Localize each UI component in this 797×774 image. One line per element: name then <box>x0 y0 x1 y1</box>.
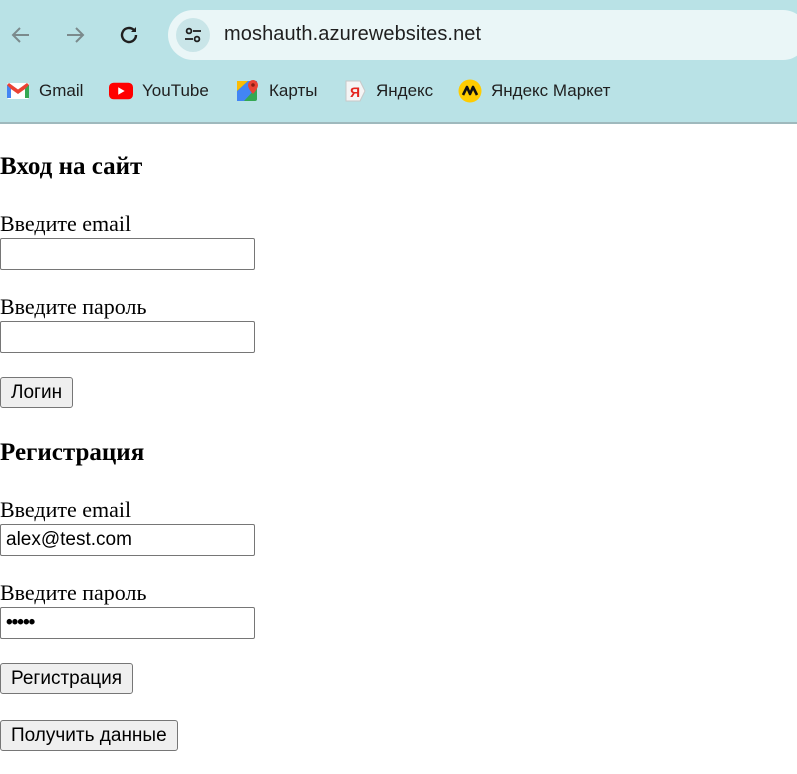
maps-icon <box>236 79 260 103</box>
get-data-button[interactable]: Получить данные <box>0 720 178 751</box>
reload-button[interactable] <box>110 16 148 54</box>
bookmark-label: Карты <box>269 81 318 100</box>
bookmark-label: Яндекс <box>376 81 434 100</box>
bookmark-youtube[interactable]: YouTube <box>109 72 209 110</box>
browser-chrome: moshauth.azurewebsites.net Gmail YouTube… <box>0 0 797 124</box>
reload-icon <box>120 26 138 44</box>
register-password-input[interactable]: ••••• <box>0 607 255 639</box>
yandex-market-icon <box>458 79 482 103</box>
bookmark-label: Яндекс Маркет <box>491 81 611 100</box>
forward-arrow-icon <box>67 27 85 43</box>
bookmark-yandex[interactable]: Я Яндекс <box>343 72 433 110</box>
login-password-label: Введите пароль <box>0 294 147 319</box>
bookmark-yandex-market[interactable]: Яндекс Маркет <box>458 72 610 110</box>
yandex-icon: Я <box>343 79 367 103</box>
register-email-label: Введите email <box>0 497 132 522</box>
page-content: Вход на сайт Введите email Введите парол… <box>0 124 797 774</box>
site-info-button[interactable] <box>176 18 210 52</box>
login-heading: Вход на сайт <box>0 153 143 180</box>
bookmarks-bar: Gmail YouTube Карты Я Яндекс Яндекс Марк… <box>0 72 797 110</box>
address-bar[interactable]: moshauth.azurewebsites.net <box>168 10 797 60</box>
url-text[interactable]: moshauth.azurewebsites.net <box>224 23 481 46</box>
bookmark-gmail[interactable]: Gmail <box>6 72 83 110</box>
back-button[interactable] <box>2 16 40 54</box>
back-arrow-icon <box>11 27 29 43</box>
login-button[interactable]: Логин <box>0 377 74 408</box>
youtube-icon <box>109 79 133 103</box>
register-heading: Регистрация <box>0 439 145 466</box>
bookmark-label: Gmail <box>39 81 84 100</box>
login-email-label: Введите email <box>0 211 132 236</box>
site-info-icon <box>185 27 201 43</box>
gmail-icon <box>6 79 30 103</box>
login-password-input[interactable] <box>0 321 255 353</box>
login-email-input[interactable] <box>0 238 255 270</box>
svg-text:Я: Я <box>350 84 360 100</box>
register-email-input[interactable]: alex@test.com <box>0 524 255 556</box>
register-button[interactable]: Регистрация <box>0 663 134 694</box>
bookmark-label: YouTube <box>142 81 209 100</box>
register-password-label: Введите пароль <box>0 580 147 605</box>
forward-button[interactable] <box>56 16 94 54</box>
bookmark-maps[interactable]: Карты <box>236 72 317 110</box>
